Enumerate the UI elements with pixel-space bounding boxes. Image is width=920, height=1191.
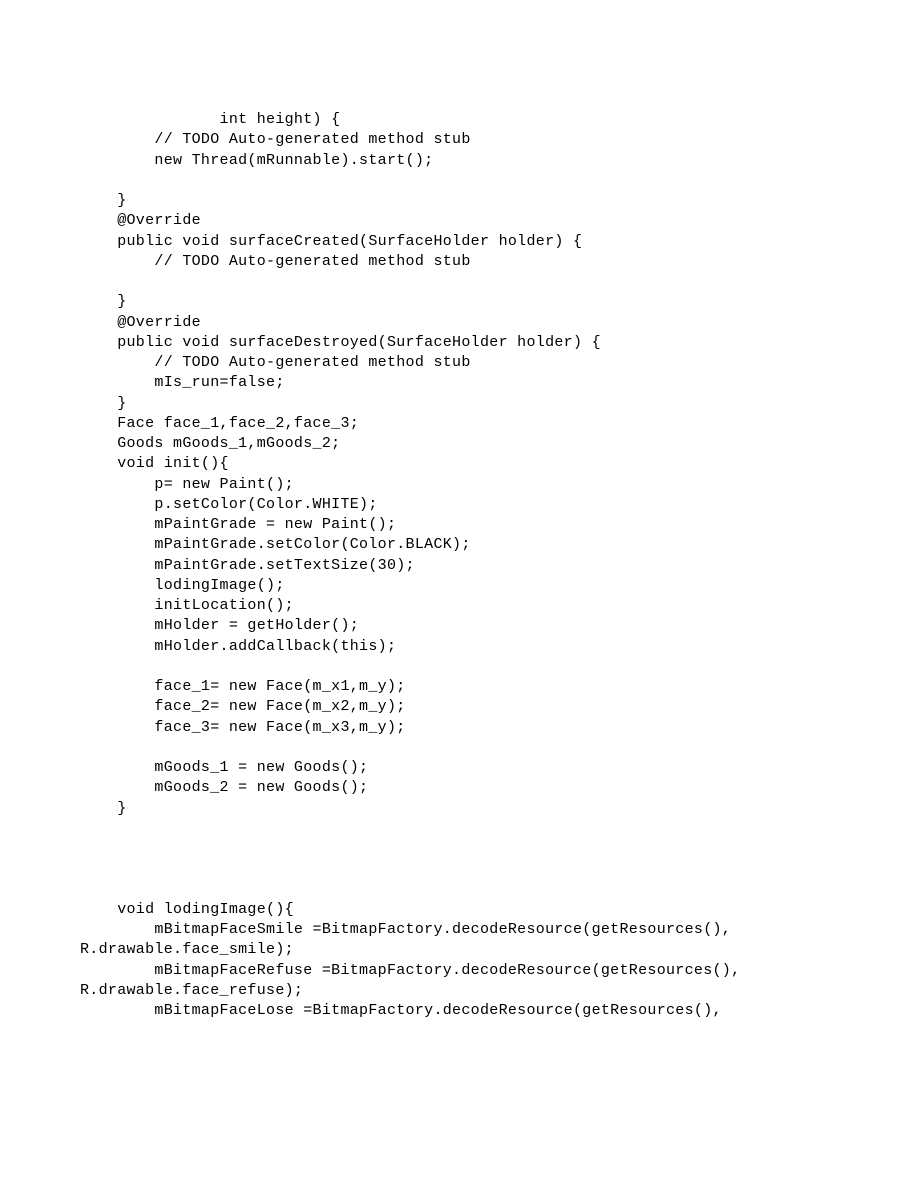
- code-line: mBitmapFaceLose =BitmapFactory.decodeRes…: [80, 1001, 840, 1021]
- code-line: face_1= new Face(m_x1,m_y);: [80, 677, 840, 697]
- code-line: mPaintGrade.setColor(Color.BLACK);: [80, 535, 840, 555]
- code-line: [80, 880, 840, 900]
- code-line: [80, 171, 840, 191]
- code-line: mPaintGrade.setTextSize(30);: [80, 556, 840, 576]
- code-line: int height) {: [80, 110, 840, 130]
- code-line: lodingImage();: [80, 576, 840, 596]
- code-line: public void surfaceDestroyed(SurfaceHold…: [80, 333, 840, 353]
- code-line: mBitmapFaceSmile =BitmapFactory.decodeRe…: [80, 920, 840, 940]
- code-line: R.drawable.face_refuse);: [80, 981, 840, 1001]
- code-line: }: [80, 191, 840, 211]
- code-line: mGoods_1 = new Goods();: [80, 758, 840, 778]
- code-line: mPaintGrade = new Paint();: [80, 515, 840, 535]
- code-line: new Thread(mRunnable).start();: [80, 151, 840, 171]
- code-line: [80, 272, 840, 292]
- code-line: [80, 839, 840, 859]
- code-line: p= new Paint();: [80, 475, 840, 495]
- code-line: mIs_run=false;: [80, 373, 840, 393]
- code-line: mGoods_2 = new Goods();: [80, 778, 840, 798]
- code-line: Goods mGoods_1,mGoods_2;: [80, 434, 840, 454]
- code-line: // TODO Auto-generated method stub: [80, 252, 840, 272]
- code-line: @Override: [80, 211, 840, 231]
- code-line: mHolder.addCallback(this);: [80, 637, 840, 657]
- code-line: @Override: [80, 313, 840, 333]
- code-line: mBitmapFaceRefuse =BitmapFactory.decodeR…: [80, 961, 840, 981]
- code-line: initLocation();: [80, 596, 840, 616]
- code-line: Face face_1,face_2,face_3;: [80, 414, 840, 434]
- code-block: int height) { // TODO Auto-generated met…: [80, 110, 840, 1021]
- code-line: face_3= new Face(m_x3,m_y);: [80, 718, 840, 738]
- code-line: [80, 738, 840, 758]
- code-line: [80, 859, 840, 879]
- code-line: face_2= new Face(m_x2,m_y);: [80, 697, 840, 717]
- code-line: [80, 657, 840, 677]
- code-line: public void surfaceCreated(SurfaceHolder…: [80, 232, 840, 252]
- code-line: }: [80, 799, 840, 819]
- code-line: }: [80, 394, 840, 414]
- code-line: p.setColor(Color.WHITE);: [80, 495, 840, 515]
- code-line: }: [80, 292, 840, 312]
- code-line: // TODO Auto-generated method stub: [80, 130, 840, 150]
- code-line: R.drawable.face_smile);: [80, 940, 840, 960]
- code-line: mHolder = getHolder();: [80, 616, 840, 636]
- code-line: [80, 819, 840, 839]
- code-line: void init(){: [80, 454, 840, 474]
- code-line: // TODO Auto-generated method stub: [80, 353, 840, 373]
- code-line: void lodingImage(){: [80, 900, 840, 920]
